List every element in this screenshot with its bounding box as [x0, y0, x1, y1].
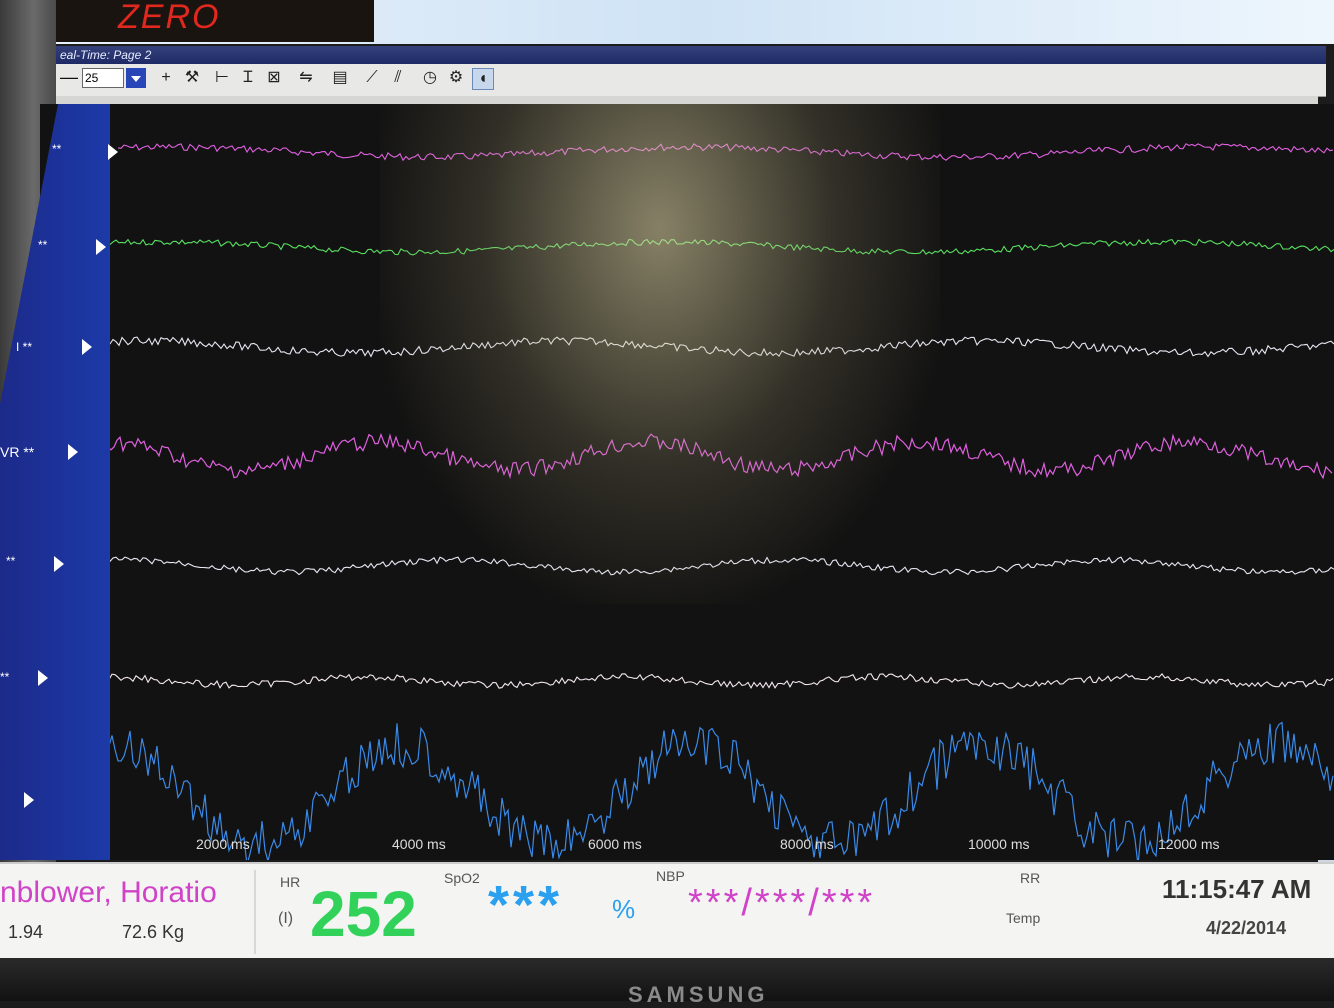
window-title-bar: eal-Time: Page 2 — [56, 46, 1326, 64]
app-brand: ZERO — [118, 0, 221, 36]
temp-label: Temp — [1006, 910, 1041, 926]
waveform-trace-1 — [117, 143, 1334, 162]
channel-marker-7[interactable] — [24, 792, 34, 808]
rr-label: RR — [1020, 870, 1041, 886]
spo2-value[interactable]: *** — [488, 874, 563, 936]
spo2-unit: % — [612, 894, 636, 924]
channel-label-6: ** — [0, 670, 10, 684]
brand-box: ZERO — [56, 0, 374, 42]
time-tick-6000: 6000 ms — [588, 836, 642, 852]
waveform-trace-2 — [103, 238, 1334, 256]
waveform-trace-6 — [45, 673, 1334, 690]
channel-marker-5[interactable] — [54, 556, 64, 572]
tools-icon[interactable]: ⚒ — [182, 68, 202, 88]
spo2-label: SpO2 — [444, 870, 480, 886]
clock-time: 11:15:47 AM — [1162, 874, 1312, 904]
channel-label-4: VR ** — [0, 444, 35, 460]
channel-label-1: ** — [52, 142, 62, 156]
time-tick-10000: 10000 ms — [968, 836, 1030, 852]
h-measure-icon[interactable]: ⊢ — [212, 68, 232, 88]
waveform-trace-4 — [77, 432, 1333, 480]
channel-marker-1[interactable] — [108, 144, 118, 160]
status-divider — [254, 870, 256, 954]
monitor-bezel-bottom: SAMSUNG — [0, 958, 1334, 1007]
waveform-area[interactable] — [39, 104, 1334, 866]
channel-marker-2[interactable] — [96, 239, 106, 255]
monitor-brand: SAMSUNG — [628, 982, 769, 1007]
print-icon[interactable]: ▤ — [330, 68, 350, 88]
patient-weight: 72.6 Kg — [122, 922, 185, 942]
add-icon[interactable]: + — [156, 68, 176, 88]
ruler-icon[interactable]: ⟋ — [362, 68, 382, 88]
time-tick-4000: 4000 ms — [392, 836, 446, 852]
patient-height: 1.94 — [8, 922, 44, 942]
channel-label-2: ** — [38, 238, 48, 252]
i-beam-icon[interactable]: Ɪ — [238, 68, 258, 88]
clock-date: 4/22/2014 — [1206, 918, 1287, 938]
hr-value[interactable]: 252 — [310, 878, 417, 950]
channel-label-5: ** — [6, 554, 16, 568]
hr-lead: (I) — [278, 910, 294, 927]
time-tick-12000: 12000 ms — [1158, 836, 1220, 852]
time-tick-2000: 2000 ms — [196, 836, 250, 852]
clock-icon[interactable]: ◷ — [420, 68, 440, 88]
hr-label: HR — [280, 874, 301, 890]
time-tick-8000: 8000 ms — [780, 836, 834, 852]
channel-marker-3[interactable] — [82, 339, 92, 355]
channel-marker-4[interactable] — [68, 444, 78, 460]
channel-label-3: I ** — [16, 340, 33, 354]
channel-marker-6[interactable] — [38, 670, 48, 686]
ruler-alt-icon[interactable]: ⫽ — [388, 68, 408, 88]
toolbar: — + ⚒ ⊢ Ɪ ⊠ ⇋ ▤ ⟋ ⫽ ◷ ⚙ ◖ — [56, 64, 1326, 97]
zoom-level-input[interactable] — [82, 68, 124, 88]
waveform-svg — [39, 143, 1334, 866]
zoom-dropdown-button[interactable] — [126, 68, 146, 88]
auto-scale-icon[interactable]: ⇋ — [296, 68, 316, 88]
waveform-trace-5 — [61, 556, 1334, 576]
sound-icon[interactable]: ◖ — [472, 68, 494, 90]
vitals-status-bar: nblower, Horatio 1.94 72.6 Kg HR (I) 252… — [0, 862, 1334, 960]
clear-icon[interactable]: ⊠ — [264, 68, 284, 88]
nbp-value[interactable]: ***/***/*** — [688, 882, 875, 925]
patient-name[interactable]: nblower, Horatio — [0, 876, 217, 910]
settings-icon[interactable]: ⚙ — [446, 68, 466, 88]
waveform-trace-3 — [91, 336, 1334, 358]
nbp-label: NBP — [656, 868, 685, 884]
zoom-out-icon[interactable]: — — [60, 67, 78, 88]
